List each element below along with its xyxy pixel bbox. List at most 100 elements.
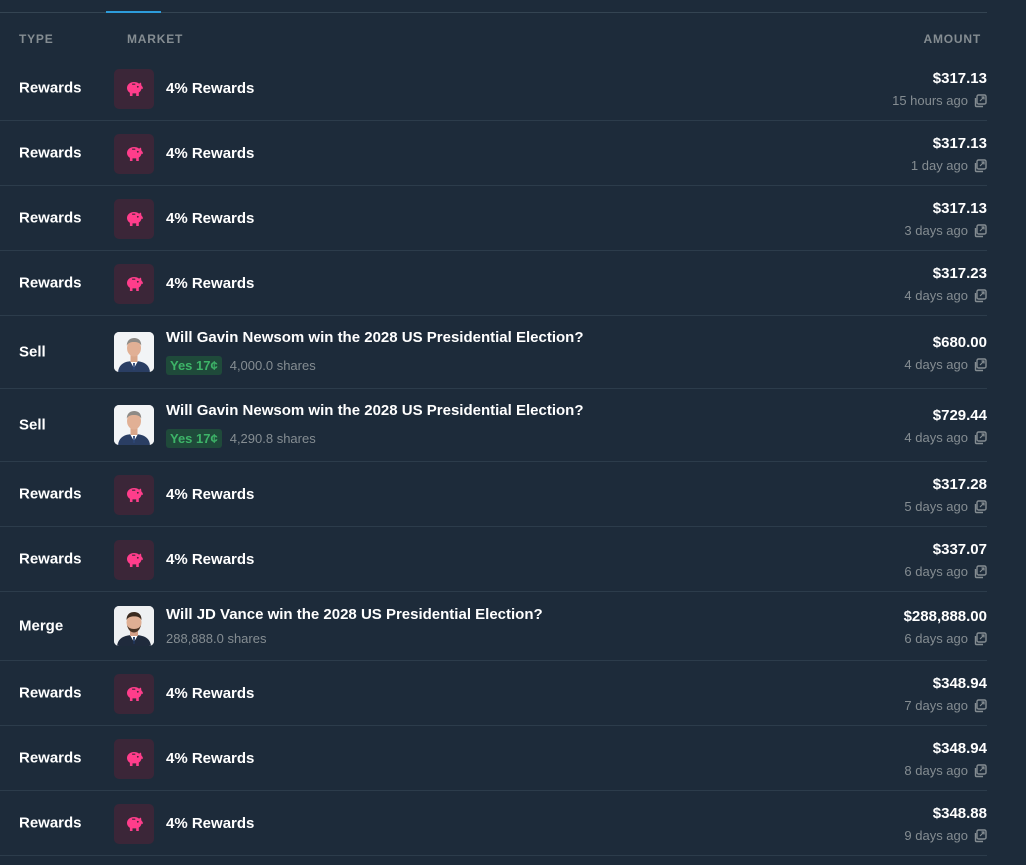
piggy-bank-icon <box>114 134 154 174</box>
timestamp-text: 4 days ago <box>904 430 968 445</box>
timestamp-link[interactable]: 7 days ago <box>904 698 987 713</box>
market-title[interactable]: 4% Rewards <box>166 210 254 227</box>
market-title[interactable]: 4% Rewards <box>166 685 254 702</box>
gavin-newsom-avatar <box>114 405 154 445</box>
timestamp-link[interactable]: 4 days ago <box>904 430 987 445</box>
timestamp-link[interactable]: 15 hours ago <box>892 93 987 108</box>
amount-value: $729.44 <box>932 407 987 424</box>
market-title[interactable]: Will Gavin Newsom win the 2028 US Presid… <box>166 402 583 419</box>
activity-row[interactable]: Rewards 4% Rewards $348.94 8 days ago <box>0 726 987 791</box>
piggy-bank-icon <box>114 540 154 580</box>
activity-row[interactable]: Rewards 4% Rewards $337.07 6 days ago <box>0 527 987 592</box>
timestamp-link[interactable]: 4 days ago <box>904 288 987 303</box>
external-link-icon[interactable] <box>973 430 987 445</box>
external-link-icon[interactable] <box>973 158 987 173</box>
activity-type: Rewards <box>19 79 82 97</box>
amount-value: $317.13 <box>932 200 987 217</box>
activity-type: Sell <box>19 343 46 361</box>
activity-row[interactable]: Rewards 4% Rewards $317.13 1 day ago <box>0 121 987 186</box>
market-title[interactable]: 4% Rewards <box>166 486 254 503</box>
timestamp-text: 9 days ago <box>904 828 968 843</box>
external-link-icon[interactable] <box>973 564 987 579</box>
amount-value: $348.94 <box>932 675 987 692</box>
timestamp-link[interactable]: 1 day ago <box>911 158 987 173</box>
outcome-badge: Yes 17¢ <box>166 356 222 375</box>
activity-row[interactable]: Rewards 4% Rewards $348.94 7 days ago <box>0 661 987 726</box>
gavin-newsom-avatar <box>114 332 154 372</box>
timestamp-link[interactable]: 9 days ago <box>904 828 987 843</box>
amount-value: $317.28 <box>932 476 987 493</box>
market-title[interactable]: 4% Rewards <box>166 145 254 162</box>
market-title[interactable]: 4% Rewards <box>166 275 254 292</box>
shares-count: 4,000.0 shares <box>229 358 316 373</box>
activity-page: TYPE MARKET AMOUNT Rewards 4% Rewards $3… <box>0 0 1026 865</box>
activity-row[interactable]: Merge Will JD Vance win the 2028 US Pres… <box>0 592 987 661</box>
external-link-icon[interactable] <box>973 288 987 303</box>
timestamp-text: 8 days ago <box>904 763 968 778</box>
column-header-type: TYPE <box>19 32 54 46</box>
amount-value: $348.94 <box>932 740 987 757</box>
activity-row[interactable]: Rewards 4% Rewards $317.23 4 days ago <box>0 251 987 316</box>
trade-details: 288,888.0 shares <box>166 631 266 646</box>
activity-type: Merge <box>19 617 64 635</box>
piggy-bank-icon <box>114 69 154 109</box>
activity-row[interactable]: Rewards 4% Rewards $348.88 9 days ago <box>0 791 987 856</box>
amount-value: $317.13 <box>932 135 987 152</box>
shares-count: 4,290.8 shares <box>229 431 316 446</box>
timestamp-link[interactable]: 4 days ago <box>904 357 987 372</box>
activity-type: Rewards <box>19 749 82 767</box>
activity-type: Rewards <box>19 814 82 832</box>
activity-list: Rewards 4% Rewards $317.13 15 hours ago … <box>0 56 987 856</box>
external-link-icon[interactable] <box>973 499 987 514</box>
amount-value: $288,888.00 <box>903 608 987 625</box>
timestamp-link[interactable]: 6 days ago <box>904 631 987 646</box>
external-link-icon[interactable] <box>973 357 987 372</box>
piggy-bank-icon <box>114 804 154 844</box>
external-link-icon[interactable] <box>973 93 987 108</box>
activity-type: Rewards <box>19 209 82 227</box>
active-tab-indicator <box>106 11 161 13</box>
activity-type: Rewards <box>19 684 82 702</box>
timestamp-link[interactable]: 3 days ago <box>904 223 987 238</box>
market-title[interactable]: 4% Rewards <box>166 551 254 568</box>
market-title[interactable]: 4% Rewards <box>166 80 254 97</box>
timestamp-link[interactable]: 6 days ago <box>904 564 987 579</box>
timestamp-text: 4 days ago <box>904 357 968 372</box>
amount-value: $348.88 <box>932 805 987 822</box>
piggy-bank-icon <box>114 674 154 714</box>
activity-type: Rewards <box>19 550 82 568</box>
piggy-bank-icon <box>114 475 154 515</box>
column-header-market: MARKET <box>127 32 184 46</box>
amount-value: $317.23 <box>932 265 987 282</box>
market-title[interactable]: 4% Rewards <box>166 750 254 767</box>
timestamp-text: 3 days ago <box>904 223 968 238</box>
shares-count: 288,888.0 shares <box>166 631 267 646</box>
outcome-badge: Yes 17¢ <box>166 429 222 448</box>
activity-row[interactable]: Sell Will Gavin Newsom win the 2028 US P… <box>0 316 987 389</box>
external-link-icon[interactable] <box>973 223 987 238</box>
trade-details: Yes 17¢ 4,290.8 shares <box>166 429 316 448</box>
timestamp-text: 6 days ago <box>904 631 968 646</box>
market-title[interactable]: 4% Rewards <box>166 815 254 832</box>
timestamp-text: 7 days ago <box>904 698 968 713</box>
market-title[interactable]: Will Gavin Newsom win the 2028 US Presid… <box>166 329 583 346</box>
timestamp-link[interactable]: 8 days ago <box>904 763 987 778</box>
piggy-bank-icon <box>114 739 154 779</box>
timestamp-link[interactable]: 5 days ago <box>904 499 987 514</box>
external-link-icon[interactable] <box>973 828 987 843</box>
activity-type: Rewards <box>19 274 82 292</box>
external-link-icon[interactable] <box>973 698 987 713</box>
activity-row[interactable]: Rewards 4% Rewards $317.13 15 hours ago <box>0 56 987 121</box>
activity-row[interactable]: Rewards 4% Rewards $317.28 5 days ago <box>0 462 987 527</box>
timestamp-text: 15 hours ago <box>892 93 968 108</box>
external-link-icon[interactable] <box>973 631 987 646</box>
piggy-bank-icon <box>114 199 154 239</box>
activity-type: Rewards <box>19 144 82 162</box>
timestamp-text: 5 days ago <box>904 499 968 514</box>
external-link-icon[interactable] <box>973 763 987 778</box>
amount-value: $680.00 <box>932 334 987 351</box>
activity-row[interactable]: Sell Will Gavin Newsom win the 2028 US P… <box>0 389 987 462</box>
market-title[interactable]: Will JD Vance win the 2028 US Presidenti… <box>166 606 543 623</box>
jd-vance-avatar <box>114 606 154 646</box>
activity-row[interactable]: Rewards 4% Rewards $317.13 3 days ago <box>0 186 987 251</box>
